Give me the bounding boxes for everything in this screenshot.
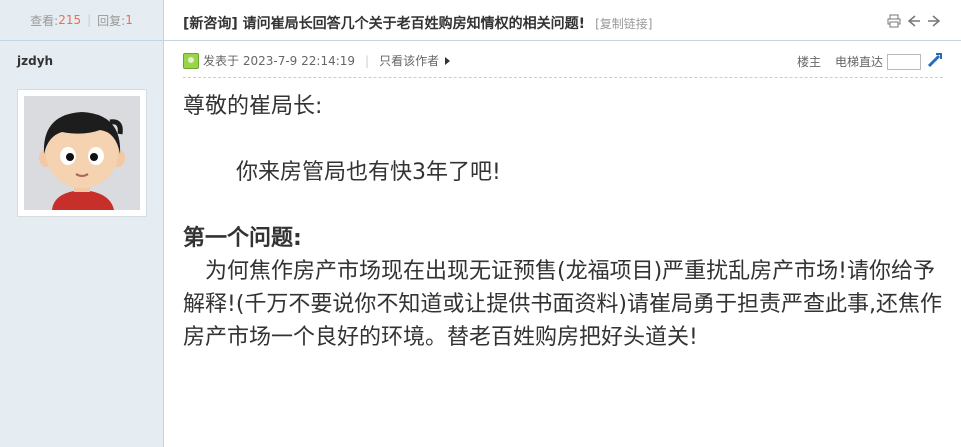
thread-view: 查看: 215 | 回复: 1 jzdyh [新咨询] 请问崔局长回答几个关于老… bbox=[0, 0, 961, 447]
copy-link-button[interactable]: [复制链接] bbox=[595, 17, 652, 31]
online-status-icon bbox=[183, 52, 199, 69]
views-count: 215 bbox=[58, 13, 82, 27]
floor-jump-input[interactable] bbox=[887, 53, 921, 70]
thread-stats: 查看: 215 | 回复: 1 bbox=[0, 0, 163, 41]
post-paragraph: 为何焦作房产市场现在出现无证预售(龙福项目)严重扰乱房产市场!请你给予解释!(千… bbox=[183, 259, 942, 350]
title-actions bbox=[887, 13, 941, 28]
only-author-link[interactable]: 只看该作者 bbox=[379, 52, 439, 69]
avatar[interactable] bbox=[17, 89, 147, 217]
next-thread-icon[interactable] bbox=[927, 13, 941, 27]
prev-thread-icon[interactable] bbox=[907, 13, 921, 27]
post-greeting: 尊敬的崔局长: bbox=[183, 94, 323, 119]
views-label: 查看: bbox=[30, 13, 59, 28]
posted-prefix: 发表于 bbox=[203, 54, 240, 68]
floor-label: 楼主 bbox=[796, 55, 821, 69]
replies-count: 1 bbox=[125, 13, 133, 27]
play-arrow-icon bbox=[445, 56, 451, 65]
avatar-image bbox=[24, 96, 140, 210]
post-heading: 第一个问题: bbox=[183, 226, 302, 251]
print-icon[interactable] bbox=[887, 13, 901, 28]
post-meta-left: 发表于 2023-7-9 22:14:19 | 只看该作者 bbox=[183, 52, 451, 69]
thread-title-text: [新咨询] 请问崔局长回答几个关于老百姓购房知情权的相关问题! bbox=[183, 16, 586, 32]
meta-separator bbox=[183, 77, 943, 78]
post-content: 尊敬的崔局长: 你来房管局也有快3年了吧! 第一个问题: 为何焦作房产市场现在出… bbox=[183, 90, 943, 354]
post-area: [新咨询] 请问崔局长回答几个关于老百姓购房知情权的相关问题! [复制链接] 发表… bbox=[164, 0, 961, 447]
post-datetime: 2023-7-9 22:14:19 bbox=[242, 53, 356, 68]
author-sidebar: 查看: 215 | 回复: 1 jzdyh bbox=[0, 0, 164, 447]
meta-divider: | bbox=[365, 53, 370, 68]
thread-title: [新咨询] 请问崔局长回答几个关于老百姓购房知情权的相关问题! [复制链接] bbox=[183, 13, 652, 33]
author-name[interactable]: jzdyh bbox=[0, 41, 163, 68]
cartoon-avatar-icon bbox=[24, 96, 140, 210]
replies-label: 回复: bbox=[97, 13, 126, 28]
stats-divider: | bbox=[87, 13, 92, 27]
post-meta: 发表于 2023-7-9 22:14:19 | 只看该作者 楼主 电梯直达 bbox=[183, 52, 943, 72]
post-meta-right: 楼主 电梯直达 bbox=[797, 52, 943, 71]
thread-title-bar: [新咨询] 请问崔局长回答几个关于老百姓购房知情权的相关问题! [复制链接] bbox=[164, 0, 961, 41]
jump-go-icon[interactable] bbox=[927, 52, 943, 71]
post-line: 你来房管局也有快3年了吧! bbox=[236, 160, 501, 185]
jump-label: 电梯直达 bbox=[834, 55, 883, 69]
